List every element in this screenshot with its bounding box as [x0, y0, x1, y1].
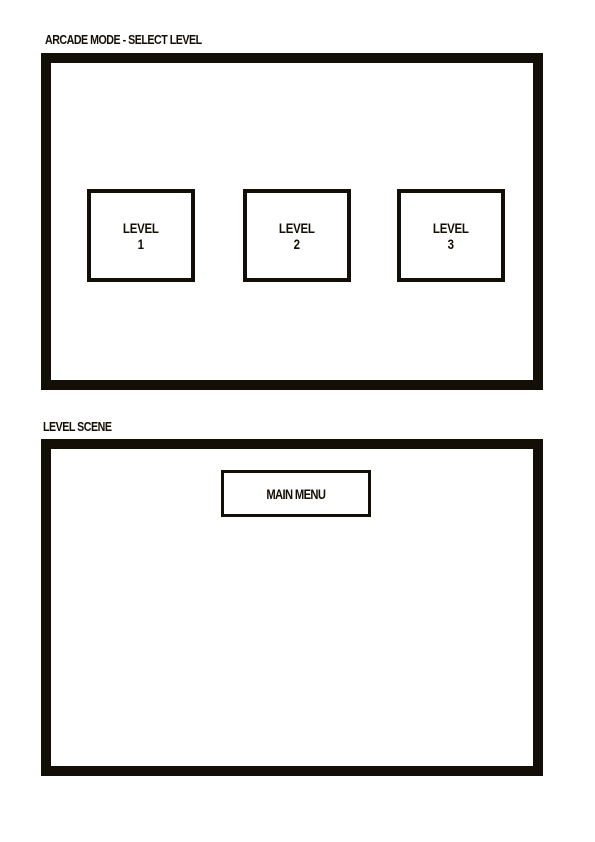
- main-menu-button-label: MAIN MENU: [266, 485, 327, 502]
- level-1-button[interactable]: LEVEL 1: [87, 189, 195, 282]
- level-3-button-number: 3: [447, 235, 455, 252]
- level-2-button-number: 2: [293, 235, 301, 252]
- level-scene-section-title: LEVEL SCENE: [43, 419, 112, 434]
- main-menu-button[interactable]: MAIN MENU: [221, 470, 371, 517]
- level-2-button[interactable]: LEVEL 2: [243, 189, 351, 282]
- level-1-button-label: LEVEL: [123, 219, 159, 236]
- select-level-section-title: ARCADE MODE - SELECT LEVEL: [45, 32, 202, 47]
- level-3-button[interactable]: LEVEL 3: [397, 189, 505, 282]
- level-2-button-label: LEVEL: [279, 219, 315, 236]
- level-3-button-label: LEVEL: [433, 219, 469, 236]
- level-1-button-number: 1: [137, 235, 145, 252]
